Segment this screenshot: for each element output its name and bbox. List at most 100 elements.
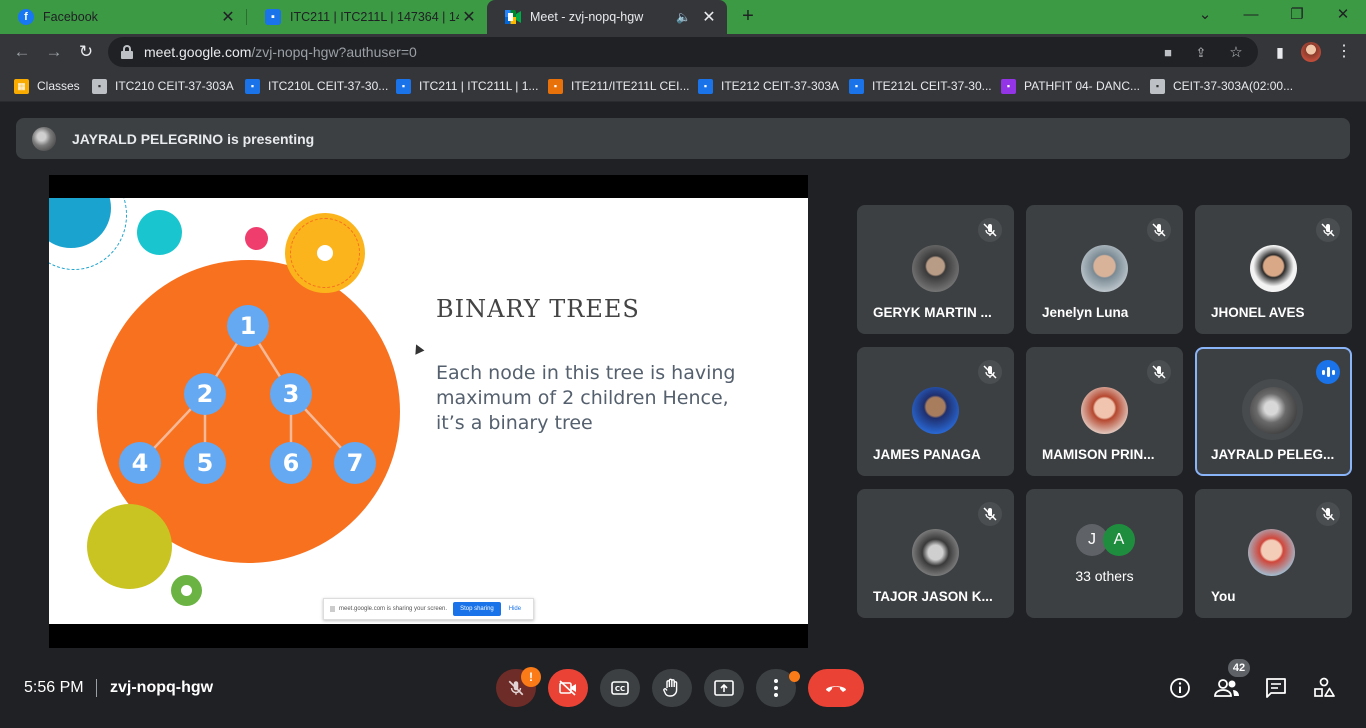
participant-tile[interactable]: MAMISON PRIN...: [1026, 347, 1183, 476]
participant-name: Jenelyn Luna: [1042, 305, 1129, 320]
participant-tile[interactable]: JAMES PANAGA: [857, 347, 1014, 476]
bookmark-itc211[interactable]: ▪ ITC211 | ITC211L | 1...: [396, 76, 538, 96]
bookmark-ite212l[interactable]: ▪ ITE212L CEIT-37-30...: [849, 76, 992, 96]
participant-tile-active-speaker[interactable]: JAYRALD PELEG...: [1195, 347, 1352, 476]
participant-tile[interactable]: TAJOR JASON K...: [857, 489, 1014, 618]
avatar: [1250, 387, 1297, 434]
participant-tile[interactable]: GERYK MARTIN ...: [857, 205, 1014, 334]
reload-icon[interactable]: ↻: [74, 40, 98, 64]
back-icon[interactable]: ←: [10, 40, 34, 64]
tree-node: 1: [227, 305, 269, 347]
raise-hand-button[interactable]: [652, 669, 692, 707]
shared-screen[interactable]: 1 2 3 4 5 6 7 BINARY TREES Each node in …: [49, 175, 808, 648]
browser-menu-icon[interactable]: ⋮: [1334, 42, 1354, 62]
classroom-icon: ▪: [849, 78, 864, 94]
leave-call-button[interactable]: [808, 669, 864, 707]
present-screen-button[interactable]: [704, 669, 744, 707]
presenter-avatar: [32, 126, 56, 151]
avatar: [1250, 245, 1297, 292]
apps-icon: ▦: [14, 78, 29, 94]
profile-avatar[interactable]: [1301, 42, 1321, 62]
tree-node: 2: [184, 373, 226, 415]
avatar: [1248, 529, 1295, 576]
minimize-icon[interactable]: —: [1238, 4, 1264, 28]
others-tile[interactable]: J A 33 others: [1026, 489, 1183, 618]
share-icon[interactable]: ⇪: [1191, 43, 1211, 63]
bookmark-classes[interactable]: ▦ Classes: [14, 76, 80, 96]
muted-mic-icon: [978, 218, 1002, 242]
participant-name: MAMISON PRIN...: [1042, 447, 1155, 462]
browser-toolbar: ← → ↻ meet.google.com/zvj-nopq-hgw?authu…: [0, 34, 1366, 70]
tab-facebook[interactable]: f Facebook ✕: [0, 0, 246, 34]
more-vert-icon: [774, 679, 778, 697]
forward-icon[interactable]: →: [42, 40, 66, 64]
captions-button[interactable]: CC: [600, 669, 640, 707]
bookmark-label: ITC210 CEIT-37-303A: [115, 79, 234, 93]
drag-handle-icon[interactable]: [330, 606, 335, 612]
meeting-details-button[interactable]: [1167, 675, 1193, 701]
new-tab-button[interactable]: +: [737, 5, 759, 29]
participant-tile-self[interactable]: You: [1195, 489, 1352, 618]
avatar: A: [1103, 524, 1135, 556]
camera-off-icon: [559, 680, 576, 696]
muted-mic-icon: [1147, 360, 1171, 384]
bookmark-pathfit[interactable]: ▪ PATHFIT 04- DANC...: [1001, 76, 1140, 96]
svg-text:CC: CC: [615, 685, 625, 693]
camera-toggle-button[interactable]: [548, 669, 588, 707]
people-button[interactable]: [1214, 675, 1240, 701]
others-count: 33 others: [1075, 568, 1134, 584]
presenting-text: JAYRALD PELEGRINO is presenting: [72, 130, 315, 147]
classroom-icon: ▪: [92, 78, 107, 94]
tab-classroom[interactable]: ▪ ITC211 | ITC211L | 147364 | 1473 ✕: [247, 0, 487, 34]
bookmark-label: CEIT-37-303A(02:00...: [1173, 79, 1294, 93]
people-count-badge: 42: [1228, 659, 1250, 677]
participant-tile[interactable]: JHONEL AVES: [1195, 205, 1352, 334]
bookmarks-bar: ▦ Classes ▪ ITC210 CEIT-37-303A ▪ ITC210L C…: [0, 70, 1366, 102]
chat-button[interactable]: [1263, 675, 1289, 701]
tab-meet[interactable]: Meet - zvj-nopq-hgw 🔈 ✕: [487, 0, 727, 34]
bookmark-label: ITE212 CEIT-37-303A: [721, 79, 840, 93]
close-tab-icon[interactable]: ✕: [699, 7, 719, 27]
bookmark-label: PATHFIT 04- DANC...: [1024, 79, 1141, 93]
bookmark-ite211[interactable]: ▪ ITE211/ITE211L CEI...: [548, 76, 690, 96]
bookmark-ceit[interactable]: ▪ CEIT-37-303A(02:00...: [1150, 76, 1293, 96]
close-tab-icon[interactable]: ✕: [218, 7, 238, 27]
tree-node: 4: [119, 442, 161, 484]
bookmark-label: ITC210L CEIT-37-30...: [268, 79, 389, 93]
bookmark-ite212[interactable]: ▪ ITE212 CEIT-37-303A: [698, 76, 839, 96]
muted-mic-icon: [1316, 502, 1340, 526]
side-panel-icon[interactable]: ▮: [1270, 42, 1290, 62]
stop-sharing-button[interactable]: Stop sharing: [453, 602, 501, 616]
restore-icon[interactable]: ❐: [1284, 4, 1310, 28]
hand-icon: [663, 678, 678, 697]
tab-title: Facebook: [43, 10, 98, 24]
present-icon: [714, 680, 734, 696]
muted-mic-icon: [978, 360, 1002, 384]
url-path: /zvj-nopq-hgw?authuser=0: [251, 44, 417, 60]
activities-icon: [1314, 677, 1335, 697]
close-tab-icon[interactable]: ✕: [459, 7, 479, 27]
url-host: meet.google.com: [144, 44, 252, 60]
participant-name: You: [1211, 589, 1236, 604]
close-window-icon[interactable]: ✕: [1330, 4, 1356, 28]
camera-in-use-icon[interactable]: ■: [1158, 43, 1178, 63]
participant-tile[interactable]: Jenelyn Luna: [1026, 205, 1183, 334]
classroom-icon: ▪: [548, 78, 563, 94]
muted-mic-icon: [1147, 218, 1171, 242]
end-call-icon: [826, 686, 846, 692]
captions-icon: CC: [611, 681, 629, 695]
bookmark-star-icon[interactable]: ☆: [1226, 43, 1246, 63]
hide-notice-button[interactable]: Hide: [509, 606, 521, 612]
participant-name: JHONEL AVES: [1211, 305, 1305, 320]
meeting-clock: 5:56 PM: [24, 679, 84, 696]
bookmark-label: ITC211 | ITC211L | 1...: [419, 79, 539, 93]
lock-icon[interactable]: [121, 45, 133, 59]
tree-node: 3: [270, 373, 312, 415]
bookmark-itc210[interactable]: ▪ ITC210 CEIT-37-303A: [92, 76, 234, 96]
bookmark-itc210l[interactable]: ▪ ITC210L CEIT-37-30...: [245, 76, 388, 96]
activities-button[interactable]: [1311, 675, 1337, 701]
address-bar[interactable]: meet.google.com/zvj-nopq-hgw?authuser=0 …: [108, 37, 1258, 67]
speaker-icon[interactable]: 🔈: [676, 10, 691, 24]
tab-search-icon[interactable]: ⌄: [1192, 4, 1218, 28]
classroom-icon: ▪: [1001, 78, 1016, 94]
